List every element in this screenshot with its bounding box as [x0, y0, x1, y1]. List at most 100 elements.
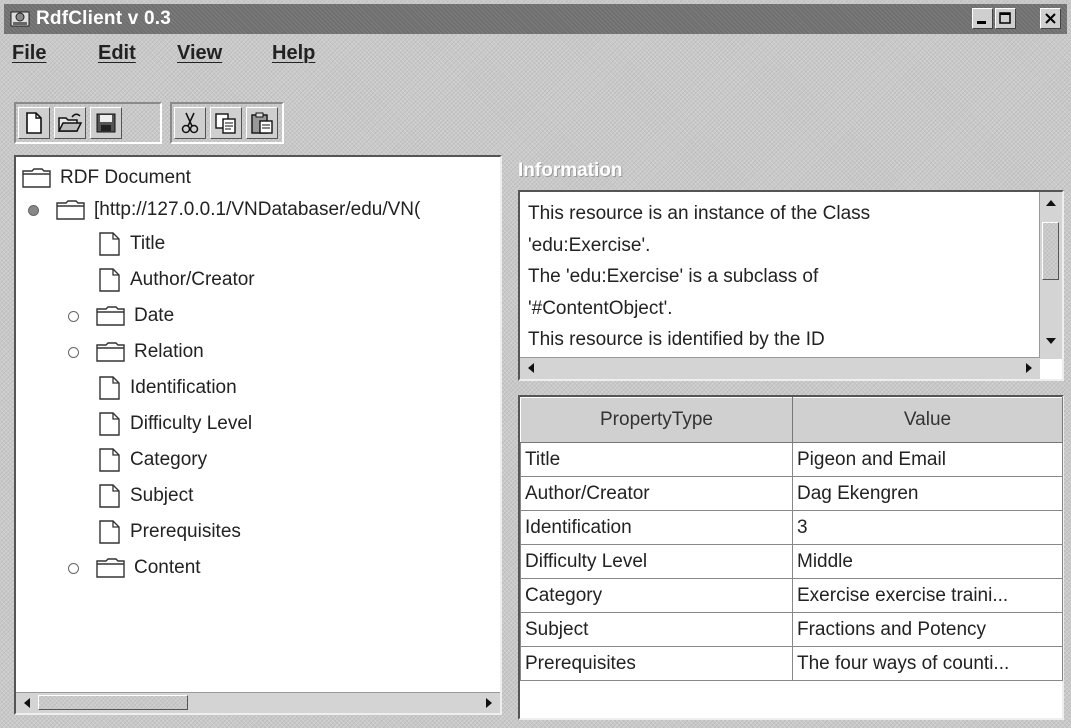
close-icon	[1045, 13, 1056, 24]
tree-item[interactable]: Category	[98, 445, 207, 475]
tree-item-label: Author/Creator	[130, 269, 255, 290]
title-bar[interactable]: RdfClient v 0.3	[4, 4, 1067, 34]
tree-panel[interactable]: RDF Document [http://127.0.0.1/VNDatabas…	[14, 155, 502, 715]
document-icon	[99, 412, 120, 436]
tree-item[interactable]: Author/Creator	[98, 265, 255, 295]
menu-edit[interactable]: Edit	[98, 42, 136, 65]
minimize-icon	[977, 21, 986, 24]
property-type-cell[interactable]: Title	[520, 442, 793, 477]
property-table-body: Title Pigeon and Email Author/Creator Dag E…	[520, 442, 1063, 681]
tree-item[interactable]: Content	[96, 553, 201, 583]
property-type-cell[interactable]: Category	[520, 578, 793, 613]
close-button[interactable]	[1040, 8, 1061, 29]
tree-item[interactable]: Title	[98, 229, 165, 259]
property-value-cell[interactable]: Exercise exercise traini...	[792, 578, 1063, 613]
information-header: Information	[518, 160, 623, 181]
window-title: RdfClient v 0.3	[36, 8, 171, 29]
property-value-cell[interactable]: The four ways of counti...	[792, 646, 1063, 681]
scroll-down-button[interactable]	[1042, 332, 1060, 349]
menu-help[interactable]: Help	[272, 42, 315, 65]
tree-item[interactable]: Date	[96, 301, 174, 331]
property-type-cell[interactable]: Prerequisites	[520, 646, 793, 681]
table-row[interactable]: Category Exercise exercise traini...	[520, 578, 1063, 613]
copy-button[interactable]	[210, 107, 242, 139]
information-panel: This resource is an instance of the Clas…	[518, 190, 1064, 381]
document-icon	[99, 484, 120, 508]
property-value-cell[interactable]: Pigeon and Email	[792, 442, 1063, 477]
property-type-cell[interactable]: Author/Creator	[520, 476, 793, 511]
copy-icon	[215, 113, 236, 134]
arrow-left-icon	[528, 362, 534, 373]
information-line: '#ContentObject'.	[528, 297, 673, 319]
property-type-cell[interactable]: Subject	[520, 612, 793, 647]
information-line: The 'edu:Exercise' is a subclass of	[528, 266, 819, 287]
maximize-button[interactable]	[995, 8, 1016, 29]
paste-button[interactable]	[246, 107, 278, 139]
tree-item[interactable]: Difficulty Level	[98, 409, 252, 439]
table-row[interactable]: Title Pigeon and Email	[520, 442, 1063, 477]
folder-icon	[96, 558, 125, 578]
property-value-cell[interactable]: Fractions and Potency	[792, 612, 1063, 647]
scroll-left-button[interactable]	[18, 694, 36, 711]
scroll-thumb[interactable]	[38, 695, 188, 710]
info-scroll-left-button[interactable]	[522, 359, 540, 376]
menu-view[interactable]: View	[177, 42, 222, 65]
column-header-propertytype[interactable]: PropertyType	[520, 397, 793, 443]
tree-resource-node[interactable]: [http://127.0.0.1/VNDatabaser/edu/VN(	[56, 195, 420, 225]
tree-item-label: Relation	[134, 341, 204, 362]
tree-root-label: RDF Document	[60, 167, 191, 188]
minimize-button[interactable]	[972, 8, 993, 29]
property-value-cell[interactable]: 3	[792, 510, 1063, 545]
open-button[interactable]	[54, 107, 86, 139]
arrow-left-icon	[24, 697, 30, 708]
tree-item[interactable]: Prerequisites	[98, 517, 241, 547]
tree-horizontal-scrollbar[interactable]	[16, 692, 500, 713]
tree-root[interactable]: RDF Document	[22, 163, 191, 193]
tree-item-label: Subject	[130, 485, 194, 506]
folder-icon	[96, 306, 125, 326]
expand-handle[interactable]	[68, 563, 79, 574]
scroll-up-button[interactable]	[1042, 194, 1060, 211]
arrow-right-icon	[1026, 362, 1032, 373]
cut-scissors-icon	[181, 112, 199, 134]
table-row[interactable]: Author/Creator Dag Ekengren	[520, 476, 1063, 511]
property-value-cell[interactable]: Middle	[792, 544, 1063, 579]
cut-button[interactable]	[174, 107, 206, 139]
table-row[interactable]: Subject Fractions and Potency	[520, 612, 1063, 647]
menu-file[interactable]: File	[12, 42, 46, 65]
info-horizontal-scrollbar[interactable]	[520, 357, 1040, 379]
expand-handle[interactable]	[28, 205, 39, 216]
information-line: This resource is identified by the ID	[528, 329, 825, 350]
property-type-cell[interactable]: Difficulty Level	[520, 544, 793, 579]
tree-item[interactable]: Subject	[98, 481, 193, 511]
tree-item-label: Date	[134, 305, 175, 326]
information-line: 'edu:Exercise'.	[528, 234, 651, 256]
information-line: This resource is an instance of the Clas…	[528, 203, 871, 224]
document-icon	[99, 448, 120, 472]
table-row[interactable]: Prerequisites The four ways of counti...	[520, 646, 1063, 681]
new-document-button[interactable]	[18, 107, 50, 139]
tree-item-label: Identification	[130, 377, 237, 398]
save-button[interactable]	[90, 107, 122, 139]
property-value-cell[interactable]: Dag Ekengren	[792, 476, 1063, 511]
folder-icon	[96, 342, 125, 362]
tree-item-label: Content	[134, 557, 201, 578]
property-type-cell[interactable]: Identification	[520, 510, 793, 545]
expand-handle[interactable]	[68, 347, 79, 358]
table-row[interactable]: Difficulty Level Middle	[520, 544, 1063, 579]
app-icon	[10, 11, 30, 27]
tree-resource-label: [http://127.0.0.1/VNDatabaser/edu/VN(	[94, 199, 421, 220]
document-icon	[99, 520, 120, 544]
table-row[interactable]: Identification 3	[520, 510, 1063, 545]
column-header-value[interactable]: Value	[792, 397, 1063, 443]
tree-item[interactable]: Relation	[96, 337, 204, 367]
open-folder-icon	[57, 113, 83, 132]
tree-item[interactable]: Identification	[98, 373, 237, 403]
info-vertical-scrollbar[interactable]	[1039, 192, 1062, 359]
arrow-down-icon	[1046, 337, 1056, 344]
toolbar	[4, 71, 1067, 155]
info-scroll-thumb[interactable]	[1042, 222, 1059, 280]
info-scroll-right-button[interactable]	[1020, 359, 1038, 376]
expand-handle[interactable]	[68, 311, 79, 322]
scroll-right-button[interactable]	[480, 694, 498, 711]
